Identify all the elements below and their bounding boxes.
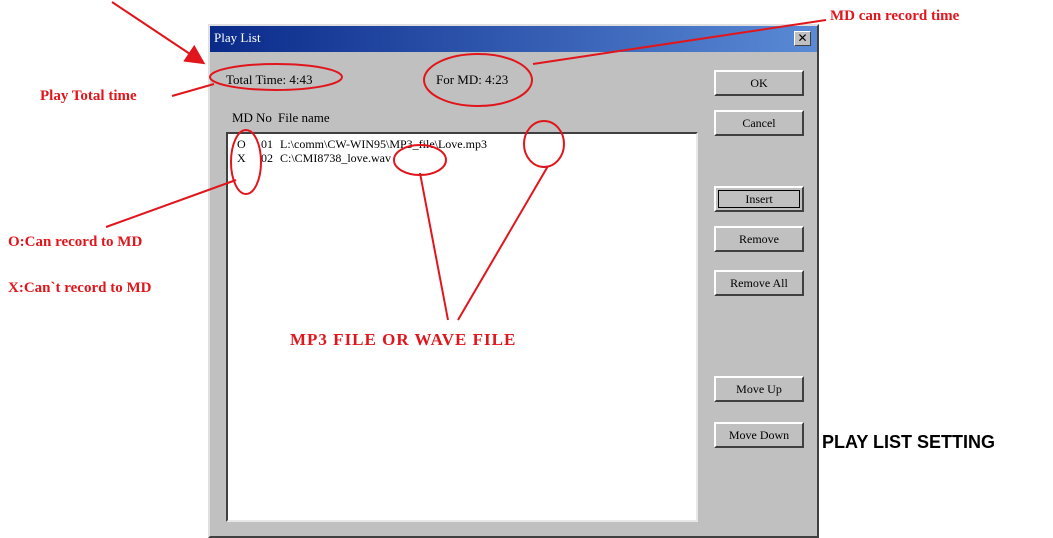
column-header-no: No [256,110,272,125]
arrow-to-dialog [111,1,206,65]
title-bar[interactable]: Play List ✕ [210,26,817,52]
annotation-can-record: O:Can record to MD [8,234,143,250]
window-title: Play List [214,30,261,45]
remove-button[interactable]: Remove [714,226,804,252]
annotation-play-total-time: Play Total time [40,88,137,104]
total-time-label: Total Time: 4:43 [226,72,313,87]
play-list-dialog: Play List ✕ Total Time: 4:43 For MD: 4:2… [208,24,819,538]
annotation-cant-record: X:Can`t record to MD [8,280,152,296]
play-list-listbox[interactable]: O 01 L:\comm\CW-WIN95\MP3_file\Love.mp3 … [226,132,698,522]
ok-button[interactable]: OK [714,70,804,96]
file-path: C:\CMI8738_love.wav [280,151,391,165]
insert-button[interactable]: Insert [714,186,804,212]
md-status: O [237,137,246,151]
cancel-button[interactable]: Cancel [714,110,804,136]
column-header-file-name: File name [278,110,330,125]
md-status: X [237,151,246,165]
close-icon[interactable]: ✕ [794,31,811,46]
remove-all-button[interactable]: Remove All [714,270,804,296]
track-number: 01 [261,137,273,151]
annotation-file-type: MP3 FILE OR WAVE FILE [290,330,517,349]
annotation-md-can-record-time: MD can record time [830,8,960,24]
track-number: 02 [261,151,273,165]
md-record-time-label: For MD: 4:23 [436,72,509,87]
move-down-button[interactable]: Move Down [714,422,804,448]
page-heading: PLAY LIST SETTING [822,432,996,452]
move-up-button[interactable]: Move Up [714,376,804,402]
column-header-md: MD [232,110,253,125]
file-path: L:\comm\CW-WIN95\MP3_file\Love.mp3 [280,137,487,151]
